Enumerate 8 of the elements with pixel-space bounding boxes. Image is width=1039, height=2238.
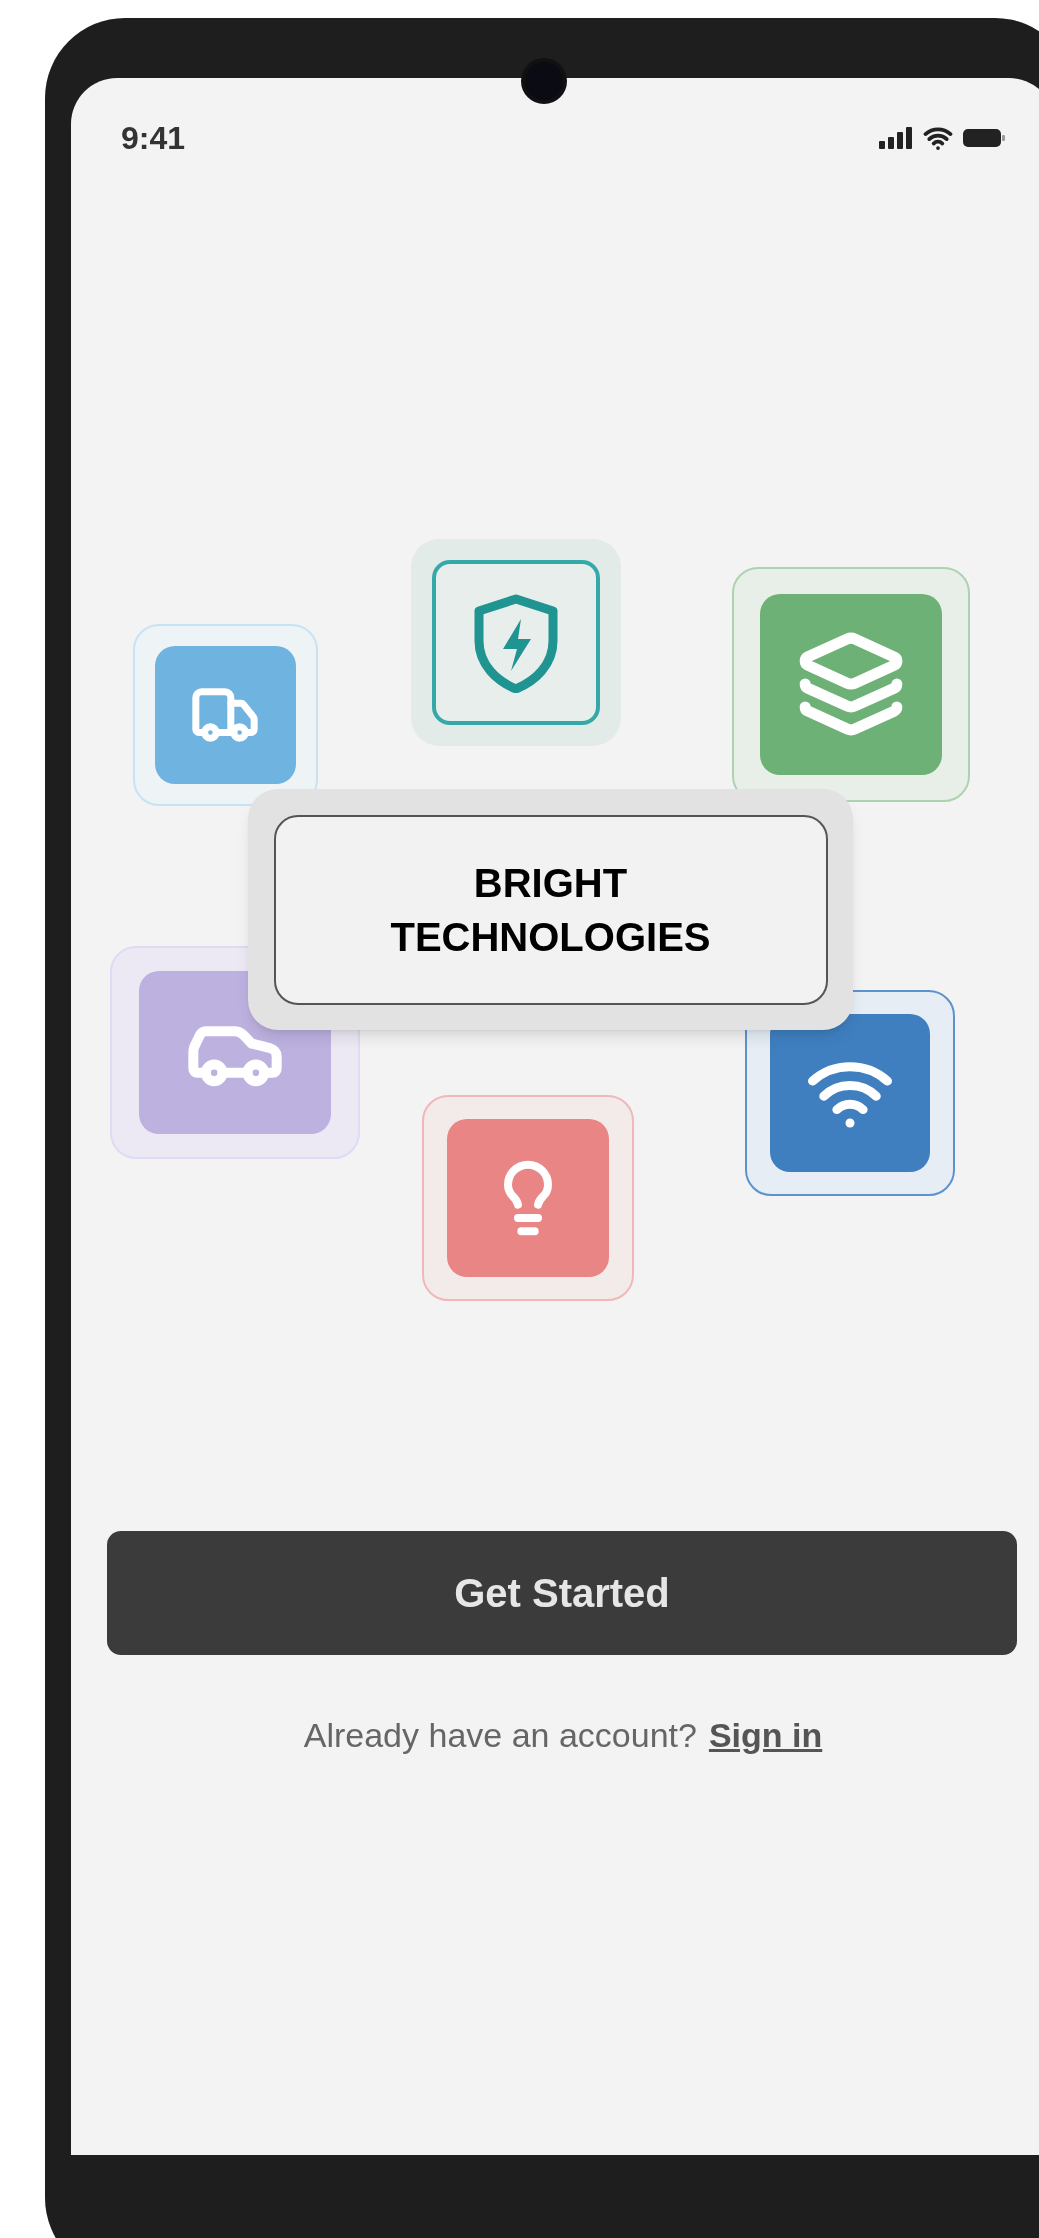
get-started-button[interactable]: Get Started (107, 1531, 1017, 1655)
brand-title: BRIGHT TECHNOLOGIES (389, 859, 712, 961)
signal-icon (879, 127, 913, 149)
battery-icon (963, 127, 1005, 149)
sign-in-link[interactable]: Sign in (708, 1710, 823, 1761)
camera-icon (521, 58, 567, 104)
sign-in-prompt: Already have an account? (303, 1715, 697, 1756)
status-time: 9:41 (121, 119, 186, 158)
